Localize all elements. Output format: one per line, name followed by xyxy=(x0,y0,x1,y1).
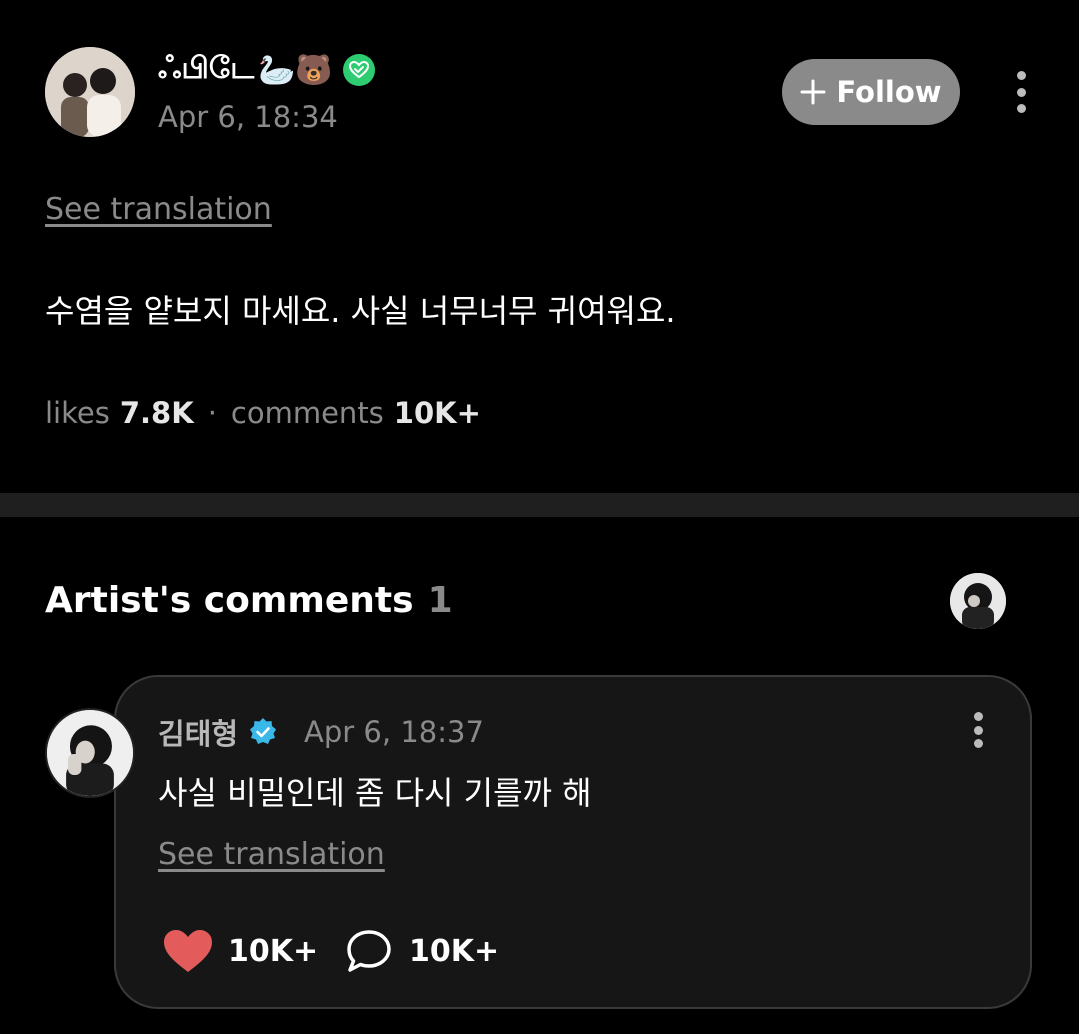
author-emoji: 🦢🐻 xyxy=(258,52,333,88)
verified-green-icon xyxy=(342,54,375,86)
author-name-row: ஃபிடே 🦢🐻 xyxy=(158,50,375,90)
post-body: 수염을 얕보지 마세요. 사실 너무너무 귀여워요. xyxy=(45,292,676,330)
comments-count[interactable]: 10K+ xyxy=(394,396,481,430)
stats-separator: · xyxy=(207,396,217,430)
artist-avatar-small[interactable] xyxy=(950,573,1006,629)
comment-body: 사실 비밀인데 좀 다시 기를까 해 xyxy=(158,774,592,812)
post-timestamp: Apr 6, 18:34 xyxy=(158,100,338,134)
comment-likes-count: 10K+ xyxy=(228,933,319,969)
plus-icon xyxy=(800,79,826,105)
post-stats: likes 7.8K · comments 10K+ xyxy=(45,396,481,430)
commenter-name-row: 김태형 Apr 6, 18:37 xyxy=(158,712,484,752)
follow-button-label: Follow xyxy=(836,75,942,109)
comment-bubble-icon xyxy=(347,930,391,972)
likes-label: likes xyxy=(45,396,110,430)
commenter-avatar-image xyxy=(47,710,133,796)
artist-avatar-small-image xyxy=(950,573,1006,629)
comment-reply-button[interactable]: 10K+ xyxy=(345,926,499,976)
follow-button[interactable]: Follow xyxy=(782,59,960,125)
commenter-name[interactable]: 김태형 xyxy=(158,711,238,753)
author-name[interactable]: ஃபிடே xyxy=(158,51,254,90)
comment-replies-count: 10K+ xyxy=(409,933,500,969)
section-divider xyxy=(0,493,1079,517)
comments-label: comments xyxy=(230,396,384,430)
author-avatar[interactable] xyxy=(45,47,135,137)
commenter-avatar[interactable] xyxy=(45,708,135,798)
heart-icon xyxy=(164,930,212,972)
artist-comments-count: 1 xyxy=(427,580,453,621)
comment-timestamp: Apr 6, 18:37 xyxy=(304,715,484,749)
likes-count[interactable]: 7.8K xyxy=(120,396,194,430)
comment-like-button[interactable]: 10K+ xyxy=(162,926,318,976)
post-see-translation-link[interactable]: See translation xyxy=(45,192,272,227)
verified-blue-icon xyxy=(248,717,278,747)
artist-comments-header: Artist's comments 1 xyxy=(45,580,453,621)
author-avatar-image xyxy=(45,47,135,137)
post-more-menu-icon[interactable] xyxy=(1015,71,1027,113)
comment-more-menu-icon[interactable] xyxy=(972,712,984,748)
artist-comments-title: Artist's comments xyxy=(45,580,414,621)
comment-see-translation-link[interactable]: See translation xyxy=(158,837,385,872)
